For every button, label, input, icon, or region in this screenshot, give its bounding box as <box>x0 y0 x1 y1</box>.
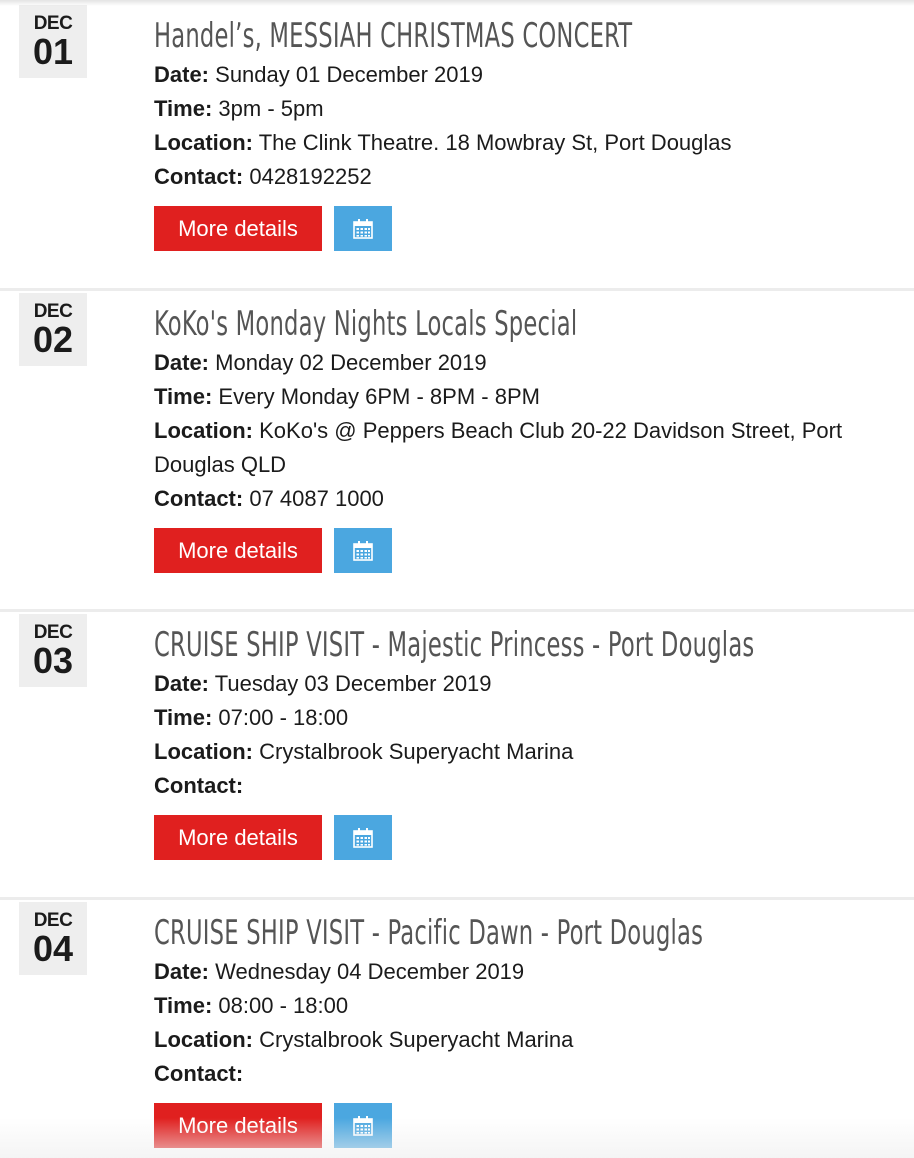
event-contact-row: Contact: 0428192252 <box>154 160 884 194</box>
event-contact-row: Contact: <box>154 1057 884 1091</box>
event-time: 3pm - 5pm <box>218 96 324 121</box>
event-time-row: Time: 3pm - 5pm <box>154 92 884 126</box>
event-item: DEC 04 CRUISE SHIP VISIT - Pacific Dawn … <box>0 897 914 1158</box>
event-content: Handel’s, MESSIAH CHRISTMAS CONCERT Date… <box>154 14 884 251</box>
add-to-calendar-button[interactable] <box>334 528 392 573</box>
date-badge-day: 01 <box>32 31 74 72</box>
event-actions: More details <box>154 815 884 860</box>
event-location-row: Location: Crystalbrook Superyacht Marina <box>154 1023 884 1057</box>
event-date-row: Date: Sunday 01 December 2019 <box>154 58 884 92</box>
event-date: Sunday 01 December 2019 <box>215 62 483 87</box>
event-title[interactable]: CRUISE SHIP VISIT - Pacific Dawn - Port … <box>154 911 703 955</box>
date-label: Date: <box>154 671 210 696</box>
date-badge: DEC 02 <box>19 293 87 366</box>
contact-label: Contact: <box>154 164 244 189</box>
event-location: The Clink Theatre. 18 Mowbray St, Port D… <box>258 130 732 155</box>
more-details-button[interactable]: More details <box>154 206 322 251</box>
event-content: KoKo's Monday Nights Locals Special Date… <box>154 302 884 573</box>
event-content: CRUISE SHIP VISIT - Pacific Dawn - Port … <box>154 911 884 1148</box>
location-label: Location: <box>154 418 253 443</box>
calendar-icon <box>353 827 373 848</box>
event-location: Crystalbrook Superyacht Marina <box>259 1027 574 1052</box>
date-badge: DEC 03 <box>19 614 87 687</box>
calendar-icon <box>353 218 373 239</box>
time-label: Time: <box>154 705 213 730</box>
more-details-button[interactable]: More details <box>154 1103 322 1148</box>
add-to-calendar-button[interactable] <box>334 815 392 860</box>
contact-label: Contact: <box>154 486 244 511</box>
event-location-row: Location: Crystalbrook Superyacht Marina <box>154 735 884 769</box>
event-date-row: Date: Monday 02 December 2019 <box>154 346 884 380</box>
event-date: Wednesday 04 December 2019 <box>215 959 525 984</box>
event-item: DEC 01 Handel’s, MESSIAH CHRISTMAS CONCE… <box>0 0 914 288</box>
event-time: 07:00 - 18:00 <box>218 705 349 730</box>
event-time: Every Monday 6PM - 8PM - 8PM <box>218 384 540 409</box>
event-location-row: Location: KoKo's @ Peppers Beach Club 20… <box>154 414 884 448</box>
date-badge-day: 04 <box>32 928 74 969</box>
date-label: Date: <box>154 959 210 984</box>
event-title[interactable]: CRUISE SHIP VISIT - Majestic Princess - … <box>154 623 754 667</box>
event-contact-row: Contact: <box>154 769 884 803</box>
event-location-row-continued: Douglas QLD <box>154 448 884 482</box>
time-label: Time: <box>154 993 213 1018</box>
date-label: Date: <box>154 62 210 87</box>
time-label: Time: <box>154 384 213 409</box>
contact-label: Contact: <box>154 773 244 798</box>
event-date: Monday 02 December 2019 <box>215 350 487 375</box>
more-details-button[interactable]: More details <box>154 528 322 573</box>
event-date-row: Date: Tuesday 03 December 2019 <box>154 667 884 701</box>
location-label: Location: <box>154 1027 253 1052</box>
event-location-continued: Douglas QLD <box>154 452 287 477</box>
date-badge-day: 03 <box>32 640 74 681</box>
event-actions: More details <box>154 206 884 251</box>
date-label: Date: <box>154 350 210 375</box>
event-time-row: Time: 08:00 - 18:00 <box>154 989 884 1023</box>
event-date: Tuesday 03 December 2019 <box>214 671 492 696</box>
calendar-icon <box>353 1115 373 1136</box>
date-badge-day: 02 <box>32 319 74 360</box>
event-location-row: Location: The Clink Theatre. 18 Mowbray … <box>154 126 884 160</box>
event-time-row: Time: 07:00 - 18:00 <box>154 701 884 735</box>
add-to-calendar-button[interactable] <box>334 206 392 251</box>
event-list: DEC 01 Handel’s, MESSIAH CHRISTMAS CONCE… <box>0 0 914 1158</box>
location-label: Location: <box>154 130 253 155</box>
date-badge: DEC 04 <box>19 902 87 975</box>
event-time: 08:00 - 18:00 <box>218 993 349 1018</box>
event-item: DEC 03 CRUISE SHIP VISIT - Majestic Prin… <box>0 609 914 897</box>
event-contact: 07 4087 1000 <box>249 486 384 511</box>
location-label: Location: <box>154 739 253 764</box>
event-actions: More details <box>154 1103 884 1148</box>
event-content: CRUISE SHIP VISIT - Majestic Princess - … <box>154 623 884 860</box>
event-actions: More details <box>154 528 884 573</box>
event-contact-row: Contact: 07 4087 1000 <box>154 482 884 516</box>
more-details-button[interactable]: More details <box>154 815 322 860</box>
event-location: KoKo's @ Peppers Beach Club 20-22 Davids… <box>259 418 843 443</box>
date-badge: DEC 01 <box>19 5 87 78</box>
time-label: Time: <box>154 96 213 121</box>
event-title[interactable]: Handel’s, MESSIAH CHRISTMAS CONCERT <box>154 14 694 58</box>
event-contact: 0428192252 <box>249 164 372 189</box>
event-title[interactable]: KoKo's Monday Nights Locals Special <box>154 302 694 346</box>
event-date-row: Date: Wednesday 04 December 2019 <box>154 955 884 989</box>
calendar-icon <box>353 540 373 561</box>
event-time-row: Time: Every Monday 6PM - 8PM - 8PM <box>154 380 884 414</box>
add-to-calendar-button[interactable] <box>334 1103 392 1148</box>
contact-label: Contact: <box>154 1061 244 1086</box>
event-item: DEC 02 KoKo's Monday Nights Locals Speci… <box>0 288 914 609</box>
event-location: Crystalbrook Superyacht Marina <box>259 739 574 764</box>
